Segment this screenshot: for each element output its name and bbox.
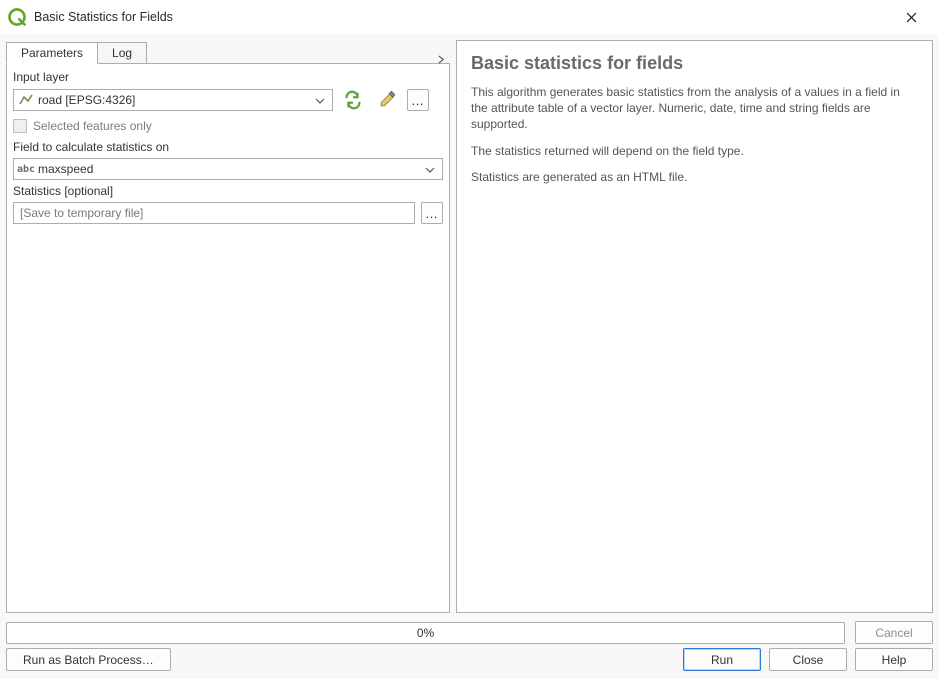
- app-icon: [8, 8, 26, 26]
- ellipsis-icon: …: [425, 207, 439, 220]
- button-row: Run as Batch Process… Run Close Help: [6, 648, 933, 671]
- help-paragraph: This algorithm generates basic statistic…: [471, 84, 918, 133]
- text-field-icon: abc: [18, 161, 34, 177]
- selected-features-checkbox: [13, 119, 27, 133]
- chevron-down-icon: [312, 93, 328, 107]
- field-value: maxspeed: [38, 162, 422, 176]
- input-layer-value: road [EPSG:4326]: [38, 93, 312, 107]
- help-title: Basic statistics for fields: [471, 53, 918, 74]
- window-title: Basic Statistics for Fields: [34, 10, 173, 24]
- input-layer-label: Input layer: [13, 70, 443, 84]
- progress-row: 0% Cancel: [6, 621, 933, 644]
- cancel-button[interactable]: Cancel: [855, 621, 933, 644]
- input-layer-browse-button[interactable]: …: [407, 89, 429, 111]
- help-paragraph: The statistics returned will depend on t…: [471, 143, 918, 159]
- run-batch-button[interactable]: Run as Batch Process…: [6, 648, 171, 671]
- field-combo[interactable]: abc maxspeed: [13, 158, 443, 180]
- parameters-pane: Parameters Log Input layer: [6, 40, 450, 613]
- progress-text: 0%: [7, 623, 844, 643]
- selected-features-only-row: Selected features only: [13, 116, 443, 136]
- ellipsis-icon: …: [411, 94, 425, 107]
- progress-bar: 0%: [6, 622, 845, 644]
- help-button[interactable]: Help: [855, 648, 933, 671]
- help-pane: Basic statistics for fields This algorit…: [456, 40, 933, 613]
- panel-collapse-arrow[interactable]: [146, 55, 450, 64]
- tab-parameters[interactable]: Parameters: [6, 42, 98, 64]
- tab-log[interactable]: Log: [97, 42, 147, 64]
- statistics-output-browse-button[interactable]: …: [421, 202, 443, 224]
- statistics-output-label: Statistics [optional]: [13, 184, 443, 198]
- statistics-output-input[interactable]: [Save to temporary file]: [13, 202, 415, 224]
- titlebar: Basic Statistics for Fields: [0, 0, 939, 34]
- parameters-panel: Input layer road [EPSG:4326]: [6, 63, 450, 613]
- window-close-button[interactable]: [891, 3, 931, 31]
- dialog-window: Basic Statistics for Fields Parameters L…: [0, 0, 939, 679]
- close-button[interactable]: Close: [769, 648, 847, 671]
- iterate-button[interactable]: [339, 88, 367, 112]
- help-paragraph: Statistics are generated as an HTML file…: [471, 169, 918, 185]
- tab-bar: Parameters Log: [6, 40, 450, 64]
- selected-features-label: Selected features only: [33, 119, 152, 133]
- content-row: Parameters Log Input layer: [6, 40, 933, 613]
- field-label: Field to calculate statistics on: [13, 140, 443, 154]
- run-button[interactable]: Run: [683, 648, 761, 671]
- input-layer-combo[interactable]: road [EPSG:4326]: [13, 89, 333, 111]
- advanced-options-button[interactable]: [373, 88, 401, 112]
- chevron-down-icon: [422, 162, 438, 176]
- line-layer-icon: [18, 92, 34, 108]
- input-layer-row: road [EPSG:4326]: [13, 88, 443, 112]
- dialog-body: Parameters Log Input layer: [0, 34, 939, 679]
